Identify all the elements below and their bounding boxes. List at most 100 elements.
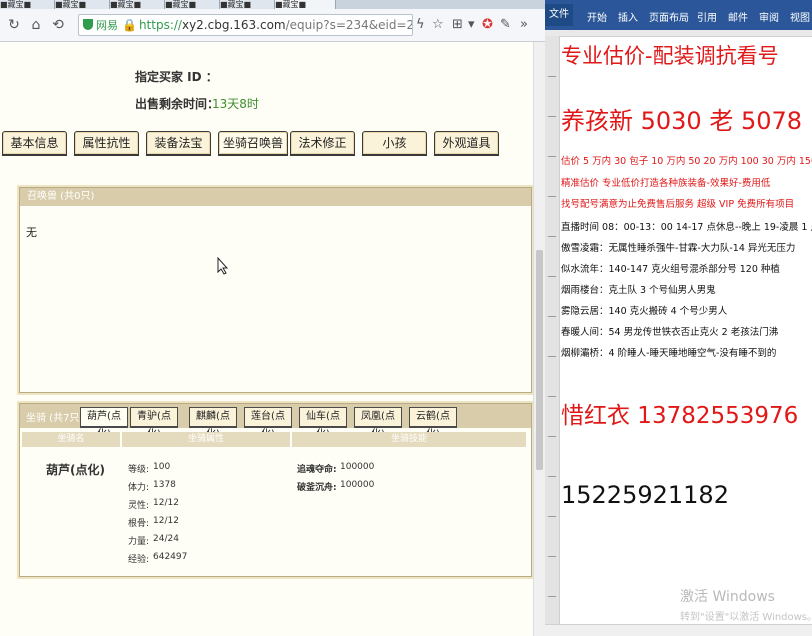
- shield-icon: [83, 19, 93, 30]
- activation-watermark-title: 激活 Windows: [680, 589, 775, 605]
- ribbon-body: [545, 30, 812, 37]
- doc-entry: 烟雨楼台：克土队 3 个号仙男人男鬼: [561, 285, 716, 296]
- game-icon[interactable]: ✪: [482, 17, 493, 33]
- browser-tab[interactable]: ■藏宝■: [165, 0, 220, 9]
- mount-tab-hulu[interactable]: 葫芦(点化): [80, 407, 128, 440]
- browser-tab[interactable]: ■藏宝■: [55, 0, 110, 9]
- seller-label: 指定买家 ID ：: [135, 70, 218, 84]
- mount-tab-yunhe[interactable]: 云鹤(点化): [409, 407, 457, 440]
- attr-value: 1378: [153, 480, 176, 490]
- attr-value: 12/12: [153, 516, 179, 526]
- browser-tab[interactable]: ■藏宝■: [0, 0, 55, 9]
- home-icon[interactable]: ⌂: [28, 17, 44, 33]
- browser-tab-strip: ■藏宝■ ■藏宝■ ■藏宝■ ■藏宝■ ■藏宝■ ■藏宝■: [0, 0, 545, 9]
- tools-icon[interactable]: ✎: [500, 17, 511, 33]
- browser-tab-active[interactable]: ■藏宝■: [275, 0, 336, 9]
- star-icon[interactable]: ☆: [432, 17, 444, 33]
- time-left-value: 13天8时: [212, 97, 259, 111]
- attr-label: 等级:: [128, 465, 150, 475]
- tab-basic-info[interactable]: 基本信息: [2, 131, 67, 156]
- ribbon-tab-references[interactable]: 引用: [697, 9, 717, 24]
- word-status-bar: [545, 624, 812, 636]
- attr-value: 100: [153, 462, 171, 472]
- mount-tab-xianche[interactable]: 仙车(点化): [299, 407, 347, 440]
- word-window: 文件 开始 插入 页面布局 引用 邮件 审阅 视图 专业估价-配装调抗看号 养孩…: [545, 0, 812, 636]
- doc-entry: 似水流年：140-147 克火组号混杀部分号 120 种植: [561, 264, 780, 275]
- doc-entry: 傲雪凌霜：无属性睡杀强牛-甘霖-大力队-14 异光无压力: [561, 243, 796, 254]
- mount-panel: 坐骑 (共7只) 葫芦(点化) 青驴(点化) 麒麟(点化) 莲台(点化) 仙车(…: [19, 403, 532, 577]
- ribbon-tab-file[interactable]: 文件: [545, 4, 573, 26]
- doc-heading: 专业估价-配装调抗看号: [561, 44, 779, 68]
- ribbon-tab-review[interactable]: 审阅: [759, 9, 779, 24]
- dropdown-icon[interactable]: ▾: [468, 17, 475, 33]
- address-toolbar: ↻ ⌂ ⟲ 网易 🔒 https://xy2.cbg.163.com/equip?s…: [0, 9, 545, 42]
- tab-child[interactable]: 小孩: [362, 131, 427, 156]
- col-mount-attrs: 坐骑属性: [122, 432, 290, 447]
- attr-value: 642497: [153, 552, 188, 562]
- summon-panel: 召唤兽 (共0只) 无: [19, 187, 532, 393]
- ribbon-tab-home[interactable]: 开始: [587, 9, 607, 24]
- tab-attributes[interactable]: 属性抗性: [74, 131, 139, 156]
- url-scheme: https://: [138, 18, 182, 32]
- tab-equipment[interactable]: 装备法宝: [146, 131, 211, 156]
- url-domain: xy2.cbg.163.com: [181, 18, 286, 32]
- doc-contact: 惜红衣 13782553976: [561, 403, 799, 429]
- attr-value: 24/24: [153, 534, 179, 544]
- grid-icon[interactable]: ⊞: [452, 17, 463, 33]
- doc-entry: 雾隐云居：140 克火搬砖 4 个号少男人: [561, 306, 728, 317]
- ribbon-tab-mailings[interactable]: 邮件: [728, 9, 748, 24]
- attr-label: 经验:: [128, 555, 150, 565]
- ribbon-tab-layout[interactable]: 页面布局: [649, 9, 689, 24]
- summon-empty-text: 无: [26, 226, 37, 239]
- tab-appearance[interactable]: 外观道具: [434, 131, 499, 156]
- attr-label: 灵性:: [128, 501, 150, 511]
- attr-label: 力量:: [128, 537, 150, 547]
- browser-window: ■藏宝■ ■藏宝■ ■藏宝■ ■藏宝■ ■藏宝■ ■藏宝■ ↻ ⌂ ⟲ 网易 🔒 h…: [0, 0, 545, 636]
- doc-phone: 15225921182: [561, 481, 729, 509]
- mount-name: 葫芦(点化): [46, 463, 105, 477]
- mouse-cursor-icon: [217, 257, 229, 275]
- attr-label: 体力:: [128, 483, 150, 493]
- attr-value: 12/12: [153, 498, 179, 508]
- skill-value: 100000: [340, 462, 375, 472]
- browser-tab[interactable]: ■藏宝■: [220, 0, 275, 9]
- col-mount-skills: 坐骑技能: [292, 432, 526, 447]
- doc-pricing: 估价 5 万内 30 包子 10 万内 50 20 万内 100 30 万内 1…: [561, 156, 812, 167]
- mount-tab-fenghuang[interactable]: 凤凰(点化): [354, 407, 402, 440]
- mount-tab-qilin[interactable]: 麒麟(点化): [189, 407, 237, 440]
- url-path: /equip?s=234&eid=20220420170021: [285, 18, 412, 32]
- time-left-label: 出售剩余时间：: [135, 97, 220, 111]
- tab-mounts-summons[interactable]: 坐骑召唤兽: [218, 131, 288, 156]
- doc-entry: 烟柳灞桥：4 阶睡人-睡天睡地睡空气-没有睡不到的: [561, 348, 777, 359]
- doc-service-1: 精准估价 专业低价打造各种族装备-效果好-费用低: [561, 178, 771, 189]
- scrollbar-thumb[interactable]: [536, 250, 543, 470]
- doc-service-2: 找号配号满意为止免费售后服务 超级 VIP 免费所有项目: [561, 199, 795, 210]
- url-input[interactable]: 网易 🔒 https://xy2.cbg.163.com/equip?s=234&e…: [78, 14, 413, 36]
- mount-tab-strip: 坐骑 (共7只) 葫芦(点化) 青驴(点化) 麒麟(点化) 莲台(点化) 仙车(…: [20, 404, 531, 440]
- skill-value: 100000: [340, 480, 375, 490]
- ribbon-tab-view[interactable]: 视图: [790, 9, 810, 24]
- page-scrollbar[interactable]: [533, 42, 545, 636]
- ribbon-tab-insert[interactable]: 插入: [618, 9, 638, 24]
- site-label: 网易: [96, 19, 118, 32]
- mount-count-label: 坐骑 (共7只): [26, 413, 84, 424]
- lightning-icon[interactable]: ϟ: [416, 17, 425, 33]
- col-mount-name: 坐骑名: [22, 432, 120, 447]
- activation-watermark-subtitle: 转到"设置"以激活 Windows。: [680, 612, 812, 623]
- vertical-ruler: [545, 36, 560, 636]
- skill-label: 破釜沉舟:: [297, 483, 337, 493]
- doc-children-price: 养孩新 5030 老 5078: [561, 107, 803, 135]
- doc-entry: 春暖人间：54 男龙传世铁衣否止克火 2 老孩法门沸: [561, 327, 779, 338]
- back-icon[interactable]: ⟲: [50, 17, 66, 33]
- attr-label: 根骨:: [128, 519, 150, 529]
- mount-tab-qinglv[interactable]: 青驴(点化): [130, 407, 178, 440]
- browser-tab[interactable]: ■藏宝■: [110, 0, 165, 9]
- more-icon[interactable]: »: [520, 17, 528, 33]
- reload-icon[interactable]: ↻: [6, 17, 22, 33]
- ribbon-tabs: 文件 开始 插入 页面布局 引用 邮件 审阅 视图: [545, 0, 812, 30]
- main-tabs: 基本信息 属性抗性 装备法宝 坐骑召唤兽 法术修正 小孩 外观道具: [0, 131, 533, 156]
- tab-spell-correction[interactable]: 法术修正: [290, 131, 355, 156]
- mount-tab-liantai[interactable]: 莲台(点化): [244, 407, 292, 440]
- lock-icon: 🔒: [122, 18, 137, 32]
- doc-stream-time: 直播时间 08：00-13：00 14-17 点休息--晚上 19-凌晨 1 点: [561, 222, 812, 233]
